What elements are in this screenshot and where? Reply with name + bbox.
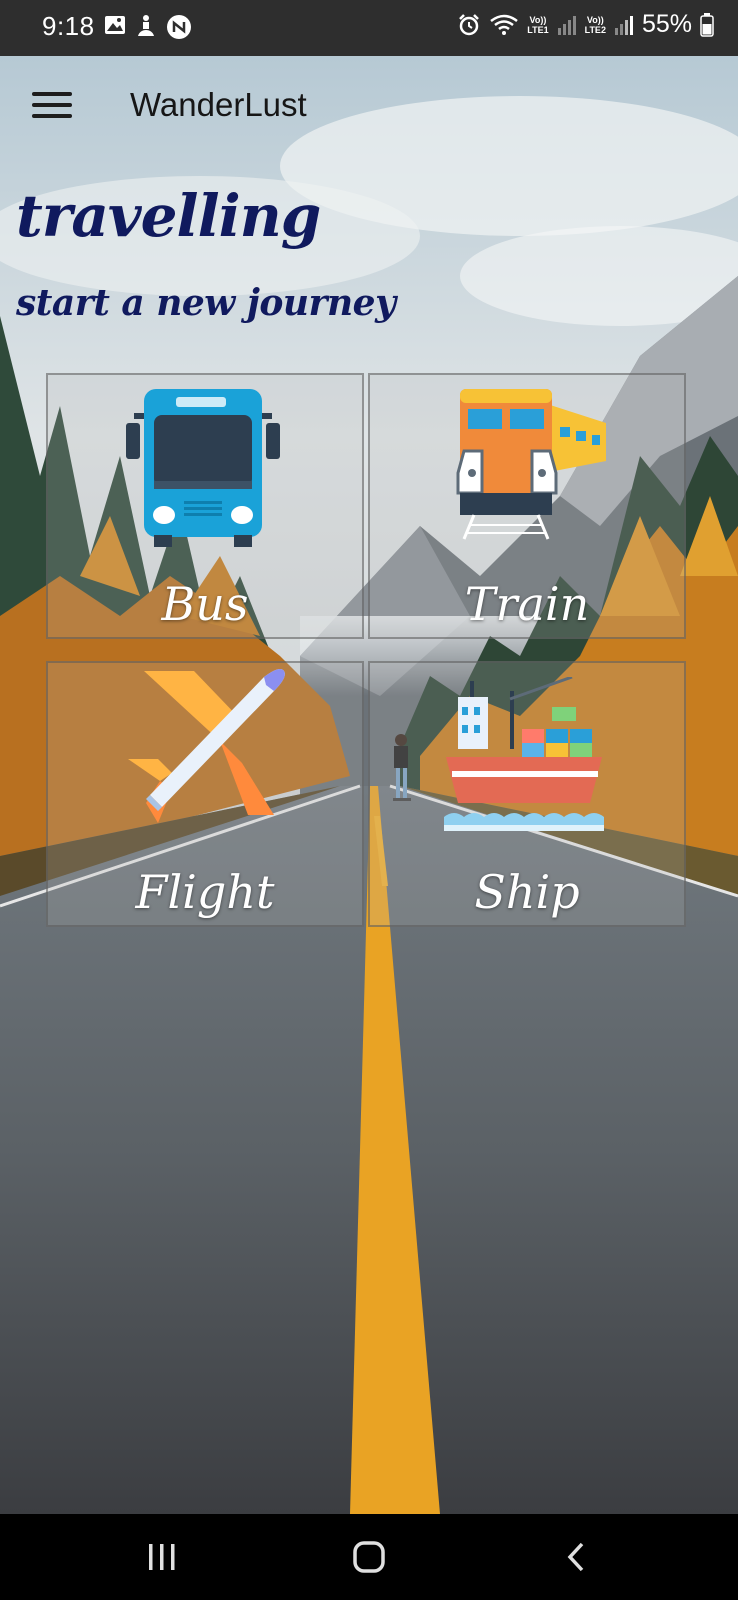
page-title: travelling bbox=[16, 182, 321, 250]
status-bar: 9:18 Vo)) LTE1 Vo)) LTE2 55% bbox=[0, 0, 738, 56]
bus-label: Bus bbox=[161, 577, 249, 631]
battery-percent: 55% bbox=[641, 10, 692, 38]
gallery-icon bbox=[105, 16, 125, 34]
status-system-icons: Vo)) LTE1 Vo)) LTE2 55% bbox=[457, 10, 714, 39]
flight-option-card[interactable]: Flight bbox=[46, 661, 364, 927]
travel-options-grid: Bus Train Flight Ship bbox=[46, 373, 694, 929]
ship-label: Ship bbox=[474, 865, 580, 919]
hamburger-menu-icon[interactable] bbox=[32, 92, 72, 122]
flight-label: Flight bbox=[135, 865, 275, 919]
lte2-indicator: Vo)) LTE2 bbox=[584, 14, 606, 35]
back-button[interactable] bbox=[546, 1534, 606, 1580]
app-toolbar: WanderLust bbox=[0, 56, 738, 160]
home-icon bbox=[353, 1541, 385, 1573]
back-icon bbox=[567, 1542, 584, 1572]
alarm-icon bbox=[459, 13, 480, 35]
wifi-icon bbox=[490, 14, 519, 35]
lte1-indicator: Vo)) LTE1 bbox=[527, 14, 549, 35]
status-notification-icons bbox=[104, 14, 192, 40]
recents-icon bbox=[149, 1544, 175, 1570]
airplane-icon bbox=[128, 669, 285, 823]
train-icon bbox=[456, 389, 606, 540]
accessibility-icon bbox=[138, 15, 154, 36]
page-subtitle: start a new journey bbox=[16, 282, 396, 324]
battery-icon bbox=[700, 12, 714, 37]
ship-option-card[interactable]: Ship bbox=[368, 661, 686, 927]
home-button[interactable] bbox=[339, 1534, 399, 1580]
bus-option-card[interactable]: Bus bbox=[46, 373, 364, 639]
bus-icon bbox=[126, 389, 280, 547]
recents-button[interactable] bbox=[132, 1534, 192, 1580]
signal-icon bbox=[614, 15, 633, 35]
system-navigation-bar bbox=[0, 1514, 738, 1600]
app-title: WanderLust bbox=[130, 86, 307, 123]
signal-icon bbox=[557, 15, 576, 35]
train-label: Train bbox=[464, 577, 590, 631]
app-notification-icon bbox=[167, 15, 191, 39]
status-time: 9:18 bbox=[42, 11, 95, 41]
train-option-card[interactable]: Train bbox=[368, 373, 686, 639]
cargo-ship-icon bbox=[444, 677, 604, 831]
app-screen: WanderLust travelling start a new journe… bbox=[0, 56, 738, 1514]
